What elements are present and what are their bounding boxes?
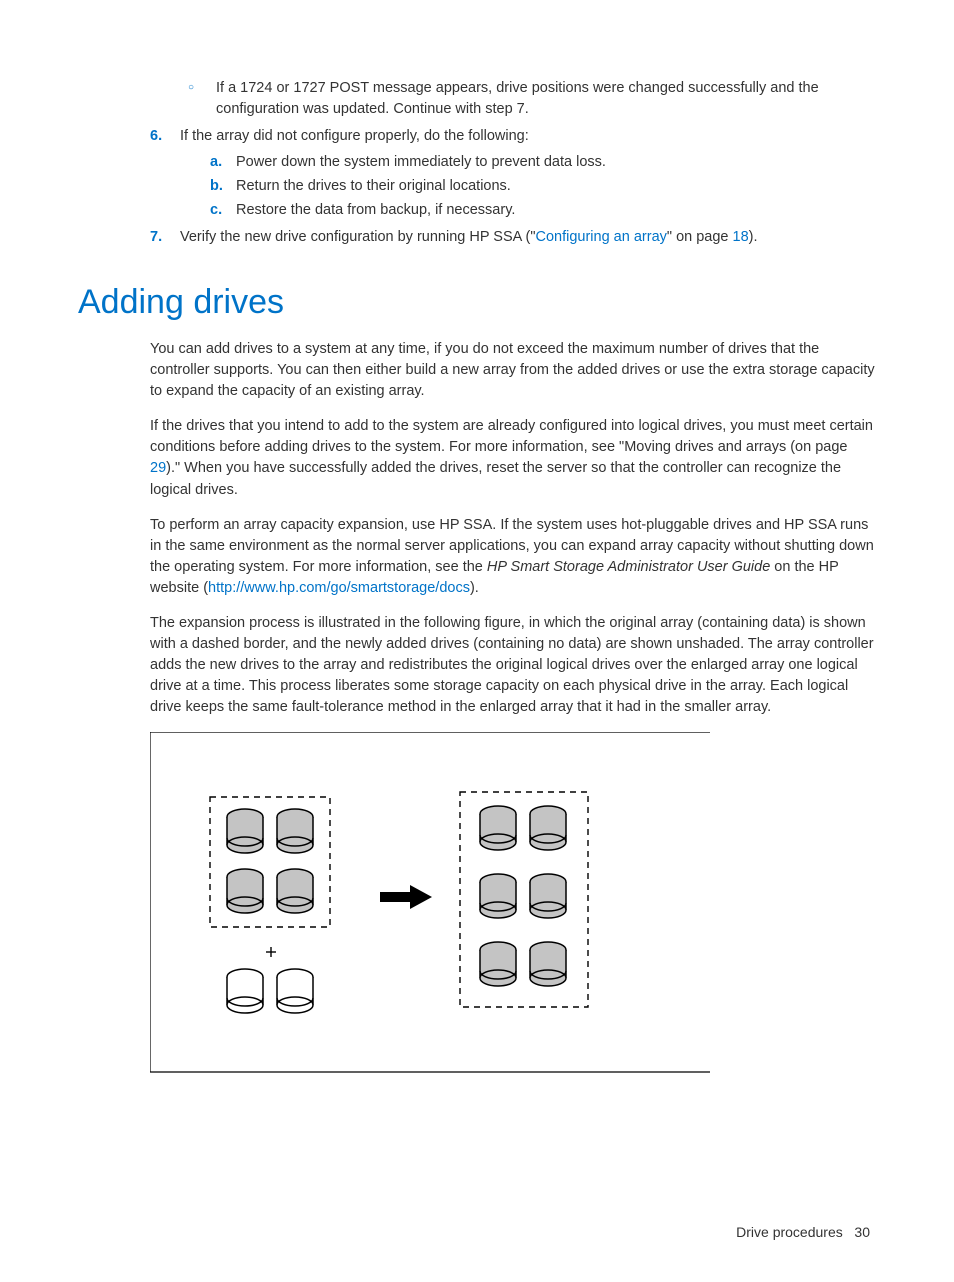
xref-link[interactable]: Configuring an array: [536, 229, 667, 245]
external-link[interactable]: http://www.hp.com/go/smartstorage/docs: [208, 580, 470, 596]
substep-text: Power down the system immediately to pre…: [236, 152, 606, 173]
sub-bullet-item: ○ If a 1724 or 1727 POST message appears…: [188, 78, 876, 120]
substep-marker: b.: [210, 176, 236, 197]
text-part: )." When you have successfully added the…: [150, 460, 841, 497]
footer-section: Drive procedures: [736, 1224, 843, 1240]
substep-b: b. Return the drives to their original l…: [210, 176, 876, 197]
substep-marker: a.: [210, 152, 236, 173]
step-6: 6. If the array did not configure proper…: [150, 126, 876, 224]
sub-bullet-text: If a 1724 or 1727 POST message appears, …: [216, 78, 876, 120]
paragraph: To perform an array capacity expansion, …: [150, 515, 876, 599]
substep-c: c. Restore the data from backup, if nece…: [210, 200, 876, 221]
step-text-part: " on page: [667, 229, 733, 245]
substep-a: a. Power down the system immediately to …: [210, 152, 876, 173]
step-text: If the array did not configure properly,…: [180, 128, 529, 144]
page-ref[interactable]: 18: [733, 229, 749, 245]
expansion-figure: [150, 732, 876, 1082]
bullet-icon: ○: [188, 78, 216, 120]
doc-title: HP Smart Storage Administrator User Guid…: [487, 559, 770, 575]
substep-text: Restore the data from backup, if necessa…: [236, 200, 515, 221]
step-text-part: ).: [749, 229, 758, 245]
text-part: ).: [470, 580, 479, 596]
step-7: 7. Verify the new drive configuration by…: [150, 227, 876, 248]
step-text-part: Verify the new drive configuration by ru…: [180, 229, 536, 245]
footer-page-number: 30: [854, 1224, 870, 1240]
paragraph: The expansion process is illustrated in …: [150, 613, 876, 718]
page-ref[interactable]: 29: [150, 460, 166, 476]
text-part: If the drives that you intend to add to …: [150, 418, 873, 455]
page-footer: Drive procedures 30: [78, 1222, 876, 1242]
substep-text: Return the drives to their original loca…: [236, 176, 511, 197]
paragraph: You can add drives to a system at any ti…: [150, 339, 876, 402]
step-marker: 7.: [150, 227, 180, 248]
substep-marker: c.: [210, 200, 236, 221]
sub-steps: a. Power down the system immediately to …: [210, 152, 876, 221]
step-marker: 6.: [150, 126, 180, 224]
section-heading: Adding drives: [78, 278, 876, 327]
numbered-list: ○ If a 1724 or 1727 POST message appears…: [150, 78, 876, 248]
paragraph: If the drives that you intend to add to …: [150, 416, 876, 500]
